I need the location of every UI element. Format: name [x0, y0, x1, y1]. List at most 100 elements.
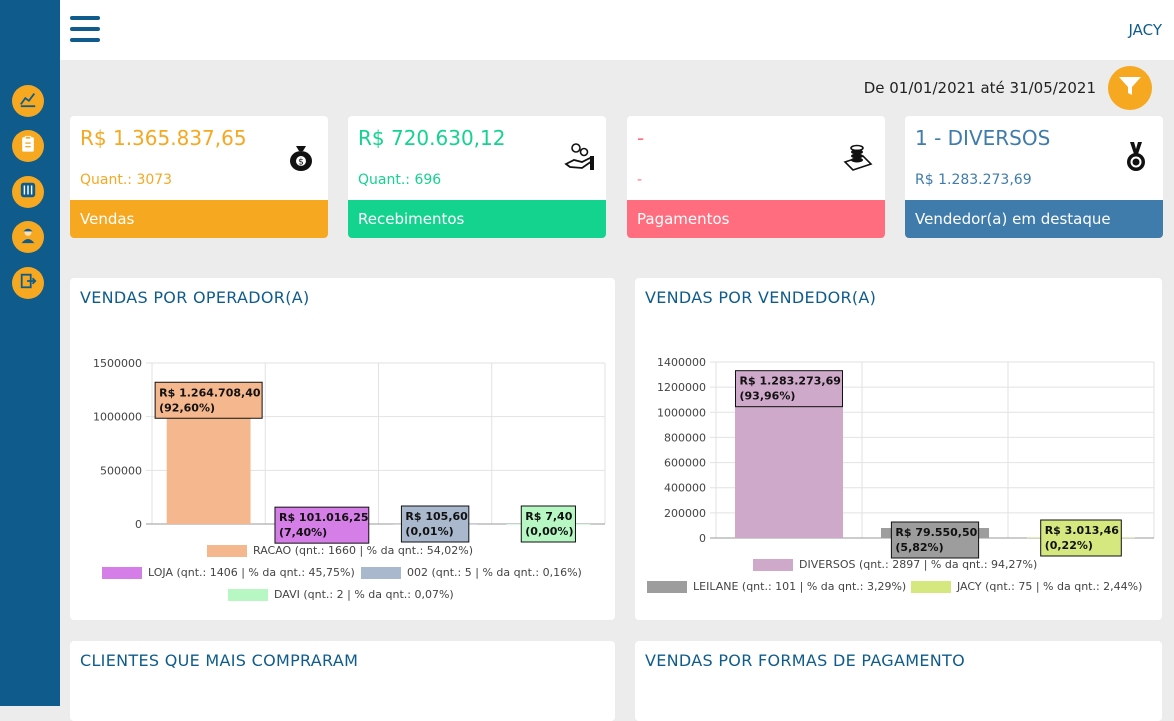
panel-title: CLIENTES QUE MAIS COMPRARAM	[80, 651, 359, 670]
data-label-value: R$ 105,60	[405, 510, 468, 523]
card-value: R$ 720.630,12	[358, 126, 506, 150]
legend-item-diversos[interactable]: DIVERSOS (qnt.: 2897 | % da qnt.: 94,27%…	[753, 558, 1037, 571]
card-footer: Vendas	[70, 200, 328, 238]
card-sub: Quant.: 3073	[80, 172, 173, 188]
legend-item-002[interactable]: 002 (qnt.: 5 | % da qnt.: 0,16%)	[361, 566, 582, 579]
data-label: R$ 79.550,50 (5,82%)	[890, 521, 980, 559]
clipboard-icon	[19, 135, 37, 157]
chart-line-icon	[19, 90, 37, 112]
y-tick-label: 0	[135, 518, 142, 531]
data-label: R$ 1.264.708,40 (92,60%)	[154, 381, 263, 419]
y-tick-label: 800000	[664, 431, 706, 444]
hand-coins-icon	[562, 140, 596, 174]
legend-item-leilane[interactable]: LEILANE (qnt.: 101 | % da qnt.: 3,29%)	[647, 580, 906, 593]
hamburger-icon[interactable]	[70, 16, 100, 42]
medal-icon	[1119, 140, 1153, 174]
legend-label: JACY (qnt.: 75 | % da qnt.: 2,44%)	[957, 580, 1143, 593]
legend-label: LOJA (qnt.: 1406 | % da qnt.: 45,75%)	[148, 566, 355, 579]
sidebar	[0, 0, 60, 706]
legend-swatch	[753, 558, 793, 571]
legend-item-jacy[interactable]: JACY (qnt.: 75 | % da qnt.: 2,44%)	[911, 580, 1142, 593]
data-label-value: R$ 1.264.708,40	[159, 386, 261, 399]
logout-icon	[19, 272, 37, 294]
panel-title: VENDAS POR FORMAS DE PAGAMENTO	[645, 651, 965, 670]
sidebar-item-orders[interactable]	[12, 130, 44, 162]
filter-button[interactable]	[1108, 66, 1152, 110]
data-label: R$ 1.283.273,69 (93,96%)	[735, 370, 843, 408]
data-label-percent: (92,60%)	[159, 401, 215, 414]
y-tick-label: 500000	[100, 464, 142, 477]
card-value: R$ 1.365.837,65	[80, 126, 247, 150]
panel-vendas-vendedor: VENDAS POR VENDEDOR(A) 0 200000 400000 6000…	[635, 278, 1162, 620]
legend-item-davi[interactable]: DAVI (qnt.: 2 | % da qnt.: 0,07%)	[228, 588, 454, 601]
y-tick-label: 1200000	[657, 381, 706, 394]
card-value: 1 - DIVERSOS	[915, 126, 1051, 150]
y-tick-label: 1000000	[93, 411, 142, 424]
legend-swatch	[647, 580, 687, 593]
data-label-percent: (0,00%)	[525, 525, 573, 538]
card-footer: Pagamentos	[627, 200, 885, 238]
legend-swatch	[361, 566, 401, 579]
y-tick-label: 400000	[664, 482, 706, 495]
legend-swatch	[102, 566, 142, 579]
panel-formas-pagamento: VENDAS POR FORMAS DE PAGAMENTO	[635, 641, 1162, 721]
card-vendedor-destaque[interactable]: 1 - DIVERSOS R$ 1.283.273,69 Vendedor(a)…	[905, 116, 1163, 238]
data-label-percent: (0,22%)	[1045, 539, 1093, 552]
sidebar-item-dashboard[interactable]	[12, 85, 44, 117]
svg-text:$: $	[298, 158, 304, 168]
y-tick-label: 200000	[664, 507, 706, 520]
panel-clientes: CLIENTES QUE MAIS COMPRARAM	[70, 641, 615, 721]
panel-title: VENDAS POR OPERADOR(A)	[80, 288, 310, 307]
data-label-percent: (5,82%)	[895, 541, 943, 554]
data-label-percent: (93,96%)	[740, 390, 796, 403]
legend-label: DAVI (qnt.: 2 | % da qnt.: 0,07%)	[274, 588, 454, 601]
y-tick-label: 1500000	[93, 357, 142, 370]
sidebar-item-logout[interactable]	[12, 267, 44, 299]
card-vendas[interactable]: R$ 1.365.837,65 Quant.: 3073 $ Vendas	[70, 116, 328, 238]
coins-stack-icon	[841, 140, 875, 174]
funnel-icon	[1117, 73, 1143, 103]
data-label-value: R$ 1.283.273,69	[740, 375, 841, 388]
top-bar: JACY	[60, 0, 1174, 60]
panel-vendas-operador: VENDAS POR OPERADOR(A) 0 500000 1000000 150…	[70, 278, 615, 620]
panel-title: VENDAS POR VENDEDOR(A)	[645, 288, 877, 307]
user-name[interactable]: JACY	[1128, 21, 1162, 39]
user-worker-icon	[19, 226, 37, 248]
card-sub: Quant.: 696	[358, 172, 442, 188]
data-label-value: R$ 7,40	[525, 510, 572, 523]
legend-swatch	[207, 544, 247, 557]
sidebar-item-users[interactable]	[12, 221, 44, 253]
card-value: -	[637, 126, 645, 150]
legend-label: LEILANE (qnt.: 101 | % da qnt.: 3,29%)	[693, 580, 907, 593]
y-tick-label: 1000000	[657, 406, 706, 419]
data-label-value: R$ 3.013,46	[1045, 524, 1120, 537]
legend-swatch	[911, 580, 951, 593]
data-label-percent: (7,40%)	[279, 526, 327, 539]
card-sub: -	[637, 172, 643, 188]
y-tick-label: 0	[699, 532, 706, 545]
data-label-value: R$ 101.016,25	[279, 511, 369, 524]
legend-label: RACAO (qnt.: 1660 | % da qnt.: 54,02%)	[253, 544, 474, 557]
data-label: R$ 3.013,46 (0,22%)	[1040, 519, 1122, 557]
data-label-value: R$ 79.550,50	[895, 526, 977, 539]
sliders-icon	[19, 181, 37, 203]
data-label: R$ 7,40 (0,00%)	[520, 505, 576, 543]
data-label: R$ 101.016,25 (7,40%)	[274, 506, 370, 544]
legend-label: 002 (qnt.: 5 | % da qnt.: 0,16%)	[407, 566, 582, 579]
card-footer: Vendedor(a) em destaque	[905, 200, 1163, 238]
card-sub: R$ 1.283.273,69	[915, 172, 1032, 188]
legend-item-racao[interactable]: RACAO (qnt.: 1660 | % da qnt.: 54,02%)	[207, 544, 473, 557]
sidebar-item-settings[interactable]	[12, 176, 44, 208]
data-label-percent: (0,01%)	[405, 525, 453, 538]
date-range: De 01/01/2021 até 31/05/2021	[863, 79, 1096, 97]
card-footer: Recebimentos	[348, 200, 606, 238]
money-bag-icon: $	[284, 140, 318, 174]
y-tick-label: 1400000	[657, 356, 706, 369]
legend-swatch	[228, 588, 268, 601]
data-label: R$ 105,60 (0,01%)	[400, 505, 470, 543]
legend-item-loja[interactable]: LOJA (qnt.: 1406 | % da qnt.: 45,75%)	[102, 566, 355, 579]
card-recebimentos[interactable]: R$ 720.630,12 Quant.: 696 Recebimentos	[348, 116, 606, 238]
card-pagamentos[interactable]: - - Pagamentos	[627, 116, 885, 238]
y-tick-label: 600000	[664, 457, 706, 470]
legend-label: DIVERSOS (qnt.: 2897 | % da qnt.: 94,27%…	[799, 558, 1038, 571]
